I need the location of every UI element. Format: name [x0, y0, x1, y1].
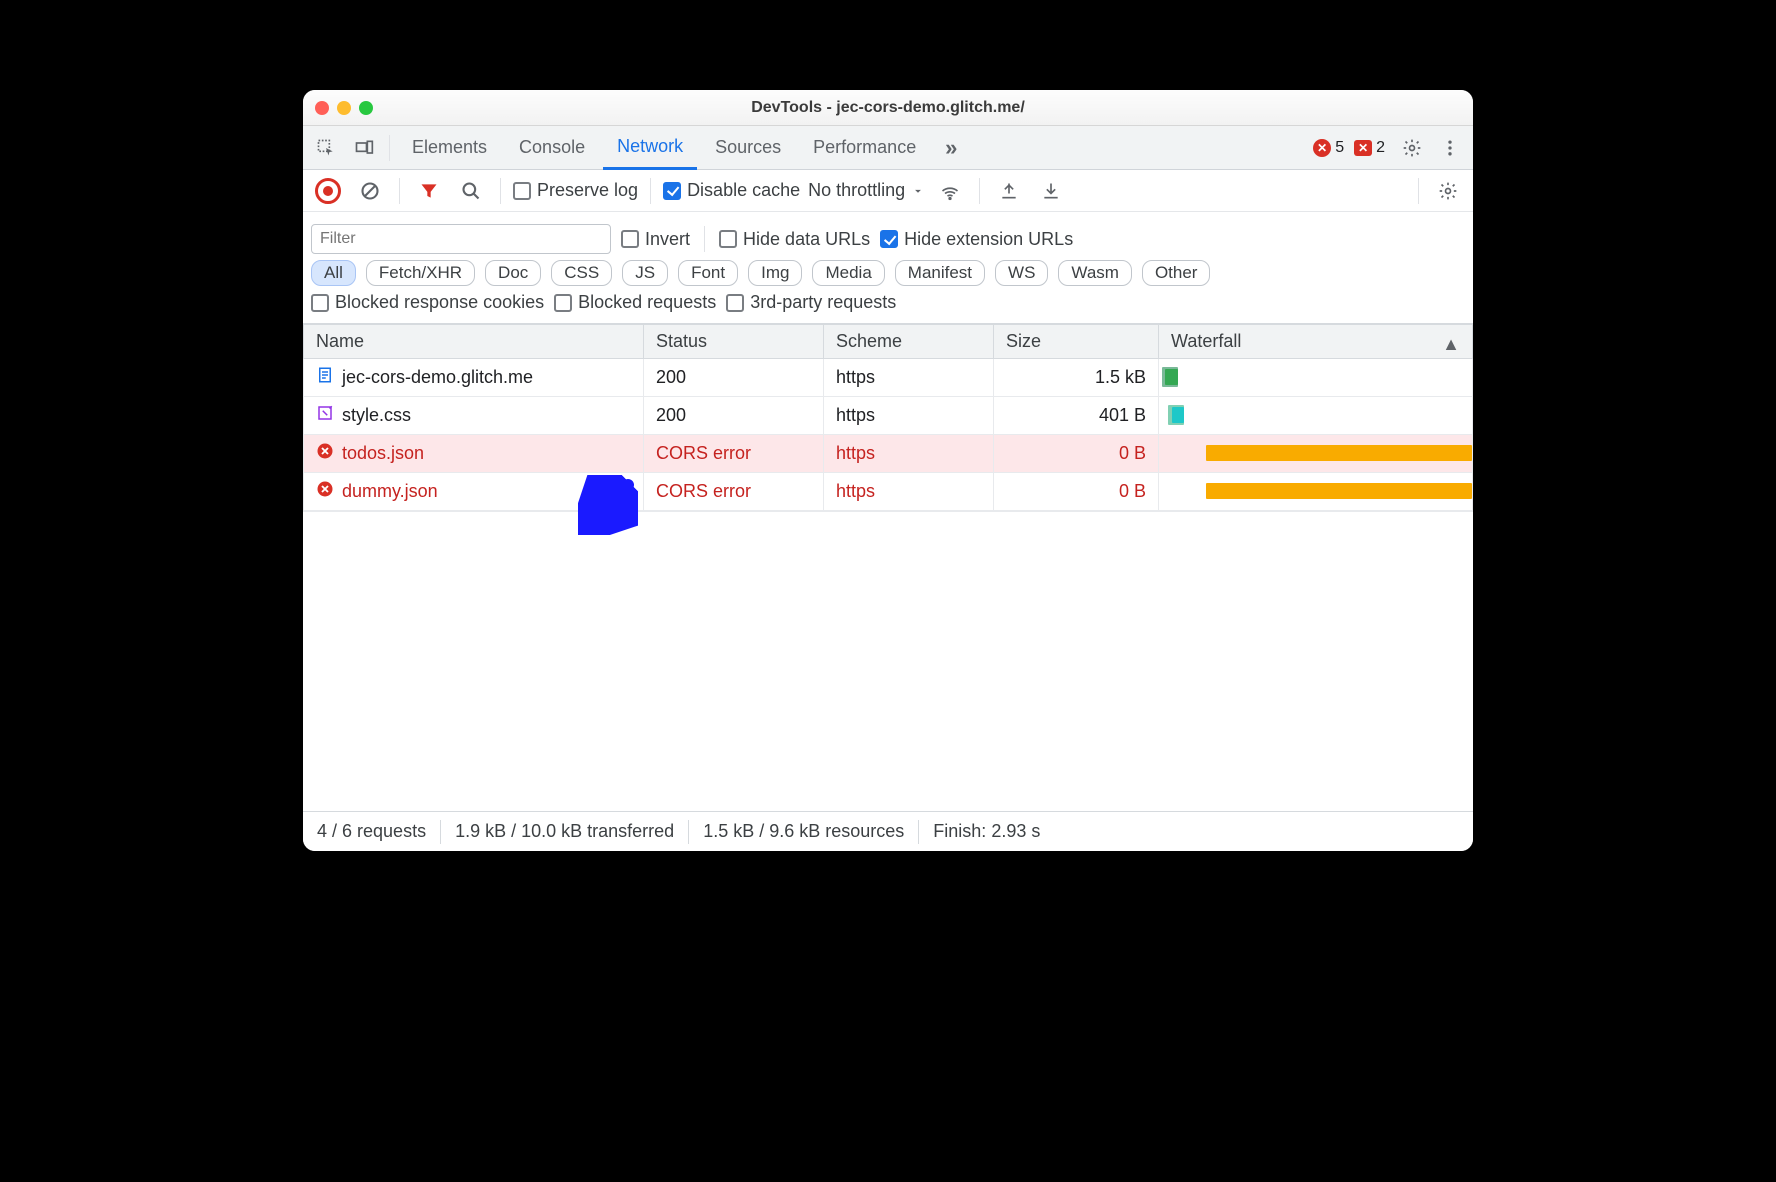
table-row[interactable]: jec-cors-demo.glitch.me 200https1.5 kB: [304, 359, 1473, 397]
type-pill-ws[interactable]: WS: [995, 260, 1048, 286]
table-body: jec-cors-demo.glitch.me200https1.5 kBsty…: [304, 359, 1473, 511]
sort-asc-icon: ▲: [1442, 334, 1460, 355]
request-size: 0 B: [994, 435, 1159, 473]
status-transferred: 1.9 kB / 10.0 kB transferred: [455, 821, 674, 842]
table-empty-area: [303, 511, 1473, 811]
settings-icon[interactable]: [1395, 131, 1429, 165]
col-name[interactable]: Name: [304, 325, 644, 359]
type-pill-img[interactable]: Img: [748, 260, 802, 286]
tab-elements[interactable]: Elements: [398, 126, 501, 170]
blocked-cookies-checkbox[interactable]: Blocked response cookies: [311, 292, 544, 313]
maximize-window-button[interactable]: [359, 101, 373, 115]
network-conditions-icon[interactable]: [933, 174, 967, 208]
close-window-button[interactable]: [315, 101, 329, 115]
invert-checkbox[interactable]: Invert: [621, 229, 690, 250]
chevron-down-icon: [911, 184, 925, 198]
type-pill-media[interactable]: Media: [812, 260, 884, 286]
col-scheme[interactable]: Scheme: [824, 325, 994, 359]
waterfall-cell: [1159, 473, 1473, 511]
blocked-requests-checkbox[interactable]: Blocked requests: [554, 292, 716, 313]
separator: [389, 135, 390, 161]
network-toolbar: Preserve log Disable cache No throttling: [303, 170, 1473, 212]
panel-tabs: Elements Console Network Sources Perform…: [303, 126, 1473, 170]
request-scheme: https: [824, 397, 994, 435]
doc-icon: [316, 366, 334, 389]
window-controls: [315, 101, 373, 115]
request-status: 200: [644, 359, 824, 397]
minimize-window-button[interactable]: [337, 101, 351, 115]
filter-section: Invert Hide data URLs Hide extension URL…: [303, 212, 1473, 324]
third-party-checkbox[interactable]: 3rd-party requests: [726, 292, 896, 313]
request-name: todos.json: [342, 443, 424, 464]
requests-table: Name Status Scheme Size Waterfall▲ jec-c…: [303, 324, 1473, 511]
export-har-icon[interactable]: [992, 174, 1026, 208]
disable-cache-checkbox[interactable]: Disable cache: [663, 180, 800, 201]
err-icon: [316, 442, 334, 465]
type-pill-all[interactable]: All: [311, 260, 356, 286]
type-pill-css[interactable]: CSS: [551, 260, 612, 286]
status-requests: 4 / 6 requests: [317, 821, 426, 842]
waterfall-cell: [1159, 397, 1473, 435]
table-row[interactable]: todos.json CORS errorhttps0 B: [304, 435, 1473, 473]
type-pill-manifest[interactable]: Manifest: [895, 260, 985, 286]
window-title: DevTools - jec-cors-demo.glitch.me/: [303, 99, 1473, 117]
tab-performance[interactable]: Performance: [799, 126, 930, 170]
tab-network[interactable]: Network: [603, 126, 697, 170]
type-pill-wasm[interactable]: Wasm: [1058, 260, 1132, 286]
err-icon: [316, 480, 334, 503]
col-waterfall[interactable]: Waterfall▲: [1159, 325, 1473, 359]
request-name: jec-cors-demo.glitch.me: [342, 367, 533, 388]
device-toolbar-icon[interactable]: [347, 131, 381, 165]
titlebar: DevTools - jec-cors-demo.glitch.me/: [303, 90, 1473, 126]
inspect-element-icon[interactable]: [309, 131, 343, 165]
request-scheme: https: [824, 359, 994, 397]
record-button[interactable]: [311, 174, 345, 208]
import-har-icon[interactable]: [1034, 174, 1068, 208]
more-tabs-icon[interactable]: »: [934, 131, 968, 165]
hide-extension-urls-checkbox[interactable]: Hide extension URLs: [880, 229, 1073, 250]
type-pill-other[interactable]: Other: [1142, 260, 1211, 286]
tab-sources[interactable]: Sources: [701, 126, 795, 170]
issue-count-badge[interactable]: ✕ 2: [1354, 139, 1385, 157]
status-bar: 4 / 6 requests 1.9 kB / 10.0 kB transfer…: [303, 811, 1473, 851]
type-pill-fetch[interactable]: Fetch/XHR: [366, 260, 475, 286]
col-size[interactable]: Size: [994, 325, 1159, 359]
preserve-log-checkbox[interactable]: Preserve log: [513, 180, 638, 201]
status-finish: Finish: 2.93 s: [933, 821, 1040, 842]
type-filters: All Fetch/XHR Doc CSS JS Font Img Media …: [311, 260, 1465, 286]
error-count-badge[interactable]: ✕ 5: [1313, 139, 1344, 157]
kebab-menu-icon[interactable]: [1433, 131, 1467, 165]
type-pill-doc[interactable]: Doc: [485, 260, 541, 286]
waterfall-cell: [1159, 359, 1473, 397]
status-resources: 1.5 kB / 9.6 kB resources: [703, 821, 904, 842]
filter-input[interactable]: [311, 224, 611, 254]
request-status: CORS error: [644, 473, 824, 511]
request-name: dummy.json: [342, 481, 438, 502]
table-row[interactable]: dummy.json CORS errorhttps0 B: [304, 473, 1473, 511]
filter-toggle-icon[interactable]: [412, 174, 446, 208]
issue-icon: ✕: [1354, 140, 1372, 156]
request-status: 200: [644, 397, 824, 435]
request-size: 1.5 kB: [994, 359, 1159, 397]
devtools-window: DevTools - jec-cors-demo.glitch.me/ Elem…: [303, 90, 1473, 851]
col-status[interactable]: Status: [644, 325, 824, 359]
clear-button[interactable]: [353, 174, 387, 208]
request-name: style.css: [342, 405, 411, 426]
type-pill-js[interactable]: JS: [622, 260, 668, 286]
hide-data-urls-checkbox[interactable]: Hide data URLs: [719, 229, 870, 250]
request-scheme: https: [824, 435, 994, 473]
request-size: 0 B: [994, 473, 1159, 511]
network-settings-icon[interactable]: [1431, 174, 1465, 208]
tab-console[interactable]: Console: [505, 126, 599, 170]
request-status: CORS error: [644, 435, 824, 473]
request-scheme: https: [824, 473, 994, 511]
error-icon: ✕: [1313, 139, 1331, 157]
css-icon: [316, 404, 334, 427]
waterfall-cell: [1159, 435, 1473, 473]
request-size: 401 B: [994, 397, 1159, 435]
throttling-select[interactable]: No throttling: [808, 180, 925, 201]
table-row[interactable]: style.css 200https401 B: [304, 397, 1473, 435]
search-icon[interactable]: [454, 174, 488, 208]
type-pill-font[interactable]: Font: [678, 260, 738, 286]
